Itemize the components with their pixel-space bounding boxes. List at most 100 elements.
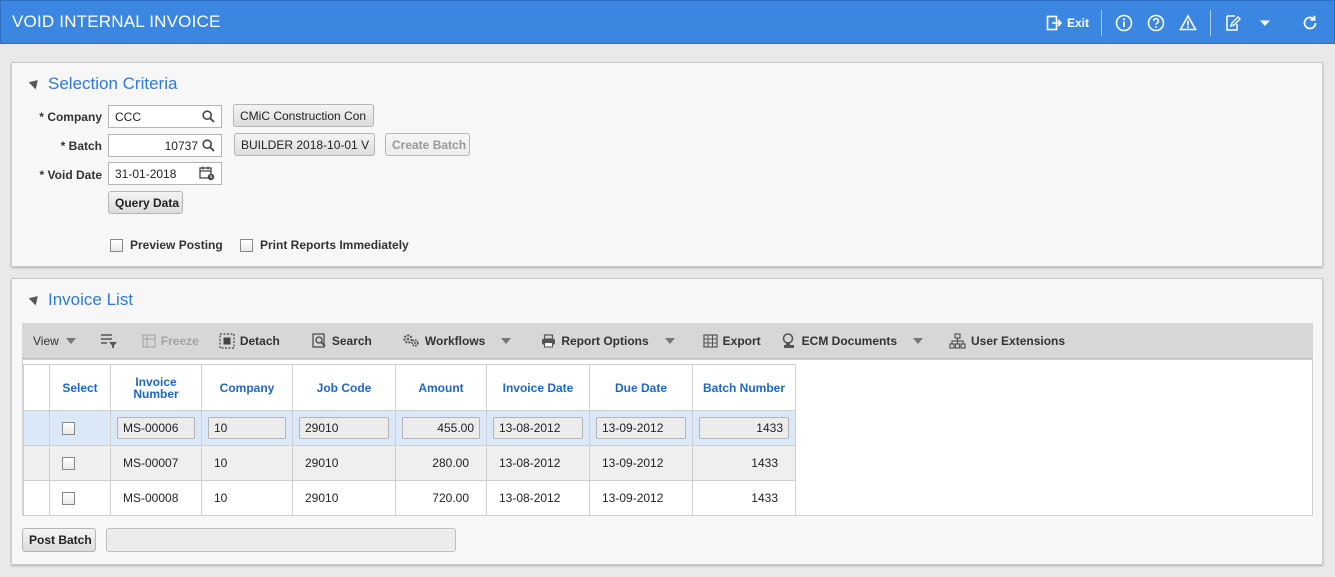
batch-number-cell[interactable]: 1433 — [692, 410, 796, 446]
column-header-due-date[interactable]: Due Date — [589, 364, 693, 411]
gears-icon — [402, 333, 420, 348]
invoice-number-cell[interactable]: MS-00006 — [110, 410, 202, 446]
collapse-triangle-icon — [28, 76, 42, 90]
user-extensions-button[interactable]: User Extensions — [933, 332, 1075, 349]
search-icon — [312, 333, 327, 348]
amount-cell[interactable]: 455.00 — [395, 410, 487, 446]
ecm-documents-icon — [781, 332, 797, 349]
grid-toolbar: View Freeze Detach Search Workflows Repo… — [22, 323, 1313, 359]
export-button[interactable]: Export — [685, 334, 771, 348]
company-input[interactable]: CCC — [108, 105, 222, 128]
row-header-cell[interactable] — [23, 410, 50, 446]
column-header-invoice-date[interactable]: Invoice Date — [486, 364, 590, 411]
preview-posting-checkbox[interactable] — [110, 238, 123, 252]
preview-posting-label: Preview Posting — [130, 238, 223, 252]
invoice-date-cell: 13-08-2012 — [486, 480, 590, 516]
due-date-cell[interactable]: 13-09-2012 — [589, 410, 693, 446]
batch-name-field: BUILDER 2018-10-01 V — [234, 133, 375, 156]
table-header-row: Select Invoice Number Company Job Code Am… — [23, 364, 796, 411]
workflows-menu[interactable]: Workflows — [382, 333, 521, 348]
chevron-down-icon — [913, 337, 924, 344]
create-batch-button[interactable]: Create Batch — [385, 133, 470, 156]
job-code-cell[interactable]: 29010 — [292, 410, 396, 446]
void-date-input[interactable]: 31-01-2018 — [108, 162, 222, 185]
company-cell: 10 — [201, 480, 293, 516]
detach-button[interactable]: Detach — [209, 332, 290, 349]
preview-posting-option[interactable]: Preview Posting — [110, 238, 223, 252]
row-header-cell[interactable] — [23, 445, 50, 481]
table-row[interactable]: MS-00007 10 29010 280.00 13-08-2012 13-0… — [23, 445, 796, 481]
select-cell[interactable] — [49, 410, 111, 446]
search-icon[interactable] — [202, 139, 215, 152]
exit-icon — [1046, 15, 1062, 31]
hierarchy-icon — [949, 332, 966, 349]
edit-icon[interactable] — [1223, 13, 1243, 33]
amount-cell: 280.00 — [395, 445, 487, 481]
collapse-triangle-icon — [28, 292, 42, 306]
refresh-icon[interactable] — [1300, 13, 1320, 33]
print-reports-option[interactable]: Print Reports Immediately — [240, 238, 409, 252]
help-icon[interactable] — [1146, 13, 1166, 33]
select-cell[interactable] — [49, 445, 111, 481]
freeze-icon — [142, 333, 156, 348]
print-reports-label: Print Reports Immediately — [260, 238, 409, 252]
chevron-down-icon — [501, 337, 512, 344]
company-label: * Company — [39, 110, 102, 124]
chevron-down-icon — [664, 337, 675, 344]
post-status-field — [106, 528, 456, 552]
selection-criteria-title: Selection Criteria — [48, 74, 178, 93]
selection-criteria-header[interactable]: Selection Criteria — [28, 74, 178, 94]
freeze-button[interactable]: Freeze — [132, 334, 209, 348]
select-cell[interactable] — [49, 480, 111, 516]
column-header-job-code[interactable]: Job Code — [292, 364, 396, 411]
query-data-button[interactable]: Query Data — [108, 191, 183, 214]
print-reports-checkbox[interactable] — [240, 238, 253, 252]
batch-input[interactable]: 10737 — [108, 134, 222, 157]
ecm-documents-menu[interactable]: ECM Documents — [771, 332, 933, 349]
view-menu[interactable]: View — [22, 334, 86, 348]
table-row[interactable]: MS-00006 10 29010 455.00 13-08-2012 13-0… — [23, 410, 796, 446]
post-batch-button[interactable]: Post Batch — [22, 528, 96, 552]
amount-cell: 720.00 — [395, 480, 487, 516]
due-date-cell: 13-09-2012 — [589, 480, 693, 516]
invoice-list-title: Invoice List — [48, 290, 134, 309]
column-header-company[interactable]: Company — [201, 364, 293, 411]
calendar-icon[interactable] — [199, 166, 215, 181]
column-header-batch-number[interactable]: Batch Number — [692, 364, 796, 411]
due-date-cell: 13-09-2012 — [589, 445, 693, 481]
warning-icon[interactable] — [1178, 13, 1198, 33]
company-cell: 10 — [201, 445, 293, 481]
printer-icon — [541, 333, 556, 348]
column-header-select[interactable]: Select — [49, 364, 111, 411]
batch-label: * Batch — [60, 139, 102, 153]
invoice-date-cell[interactable]: 13-08-2012 — [486, 410, 590, 446]
search-icon[interactable] — [202, 110, 215, 123]
invoice-number-cell: MS-00008 — [110, 480, 202, 516]
invoice-list-header[interactable]: Invoice List — [28, 290, 134, 310]
toolbar-divider — [1101, 10, 1102, 36]
chevron-down-icon[interactable] — [1255, 13, 1275, 33]
filter-button[interactable] — [86, 333, 132, 349]
row-select-checkbox[interactable] — [62, 456, 75, 470]
exit-button[interactable]: Exit — [1040, 15, 1095, 31]
batch-number-cell: 1433 — [692, 445, 796, 481]
window-title: VOID INTERNAL INVOICE — [12, 12, 221, 31]
detach-icon — [219, 332, 235, 349]
column-header-invoice-number[interactable]: Invoice Number — [110, 364, 202, 411]
column-header-amount[interactable]: Amount — [395, 364, 487, 411]
table-row[interactable]: MS-00008 10 29010 720.00 13-08-2012 13-0… — [23, 480, 796, 516]
company-cell[interactable]: 10 — [201, 410, 293, 446]
info-icon[interactable] — [1114, 13, 1134, 33]
row-select-checkbox[interactable] — [62, 491, 75, 505]
invoice-grid: Select Invoice Number Company Job Code Am… — [22, 359, 1313, 516]
row-header-cell[interactable] — [23, 480, 50, 516]
job-code-cell: 29010 — [292, 480, 396, 516]
exit-label: Exit — [1066, 16, 1089, 30]
batch-number-cell: 1433 — [692, 480, 796, 516]
report-options-menu[interactable]: Report Options — [521, 334, 684, 348]
company-name-field: CMiC Construction Con — [233, 104, 374, 127]
search-button[interactable]: Search — [290, 333, 382, 348]
chevron-down-icon — [65, 337, 76, 344]
title-bar: VOID INTERNAL INVOICE Exit — [0, 0, 1335, 44]
row-select-checkbox[interactable] — [62, 421, 75, 435]
